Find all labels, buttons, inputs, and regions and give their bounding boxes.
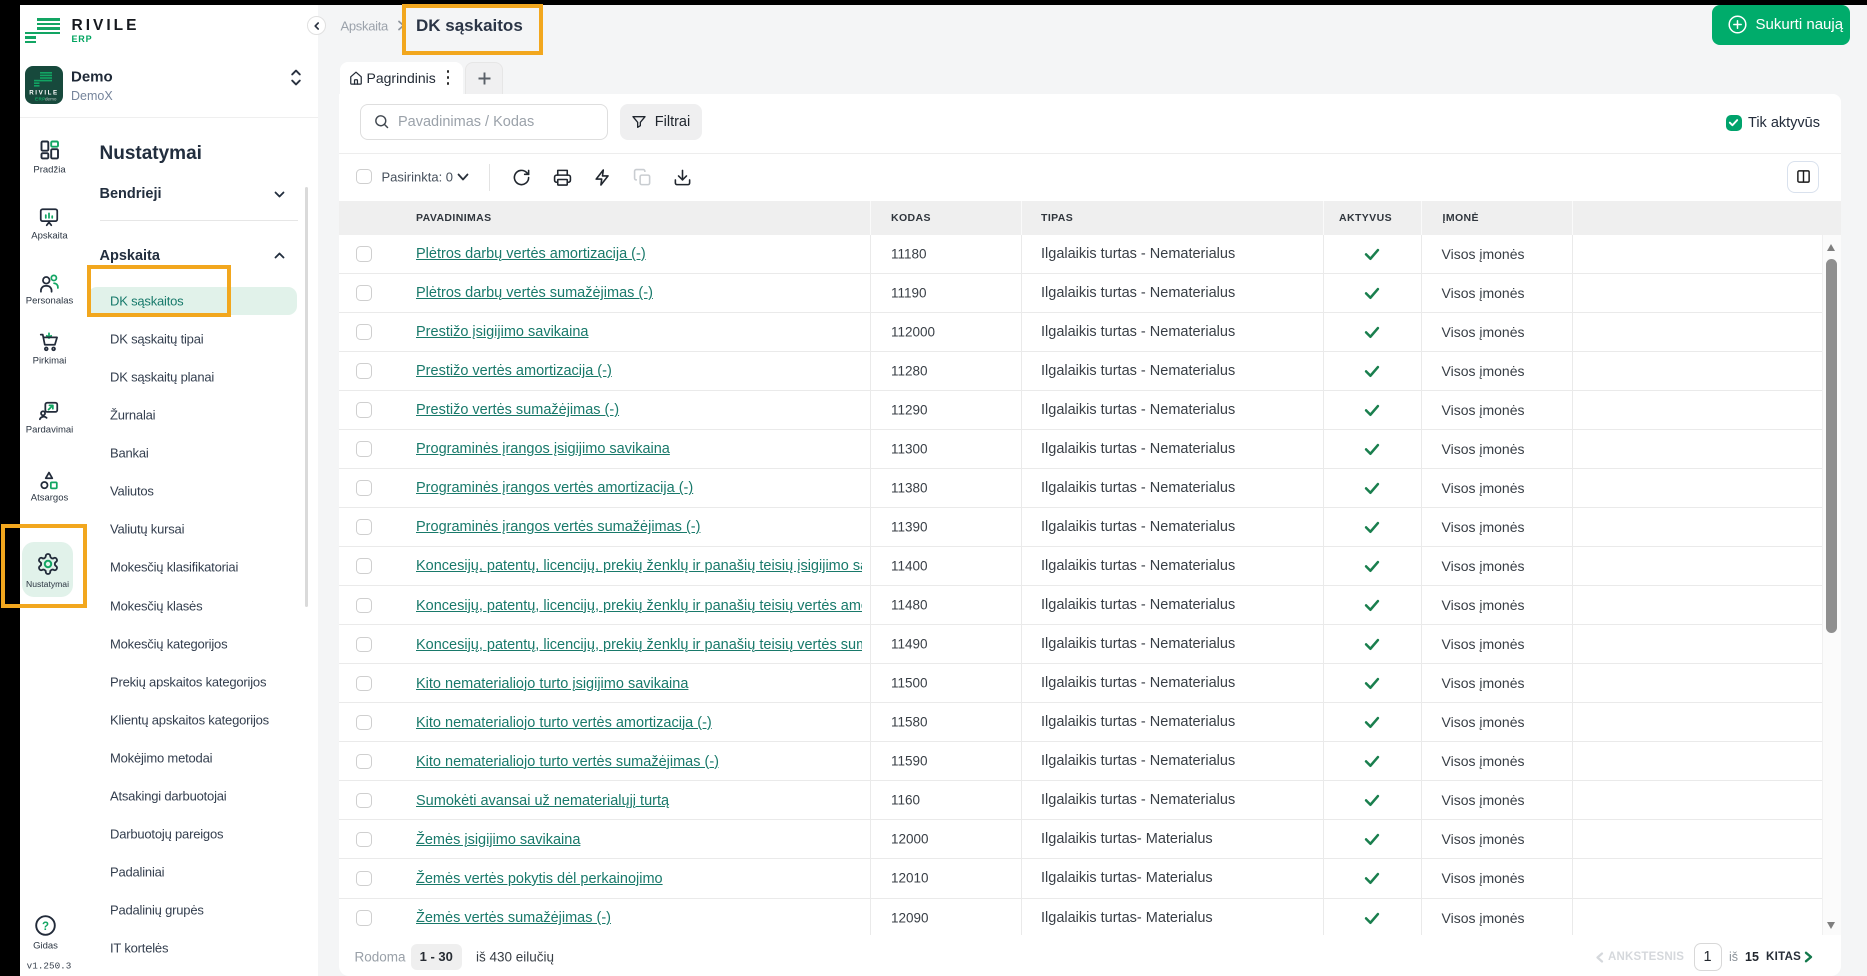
svg-text:demo: demo: [45, 96, 57, 101]
svg-text:?: ?: [42, 920, 49, 932]
svg-text:RIVILE: RIVILE: [29, 89, 59, 96]
